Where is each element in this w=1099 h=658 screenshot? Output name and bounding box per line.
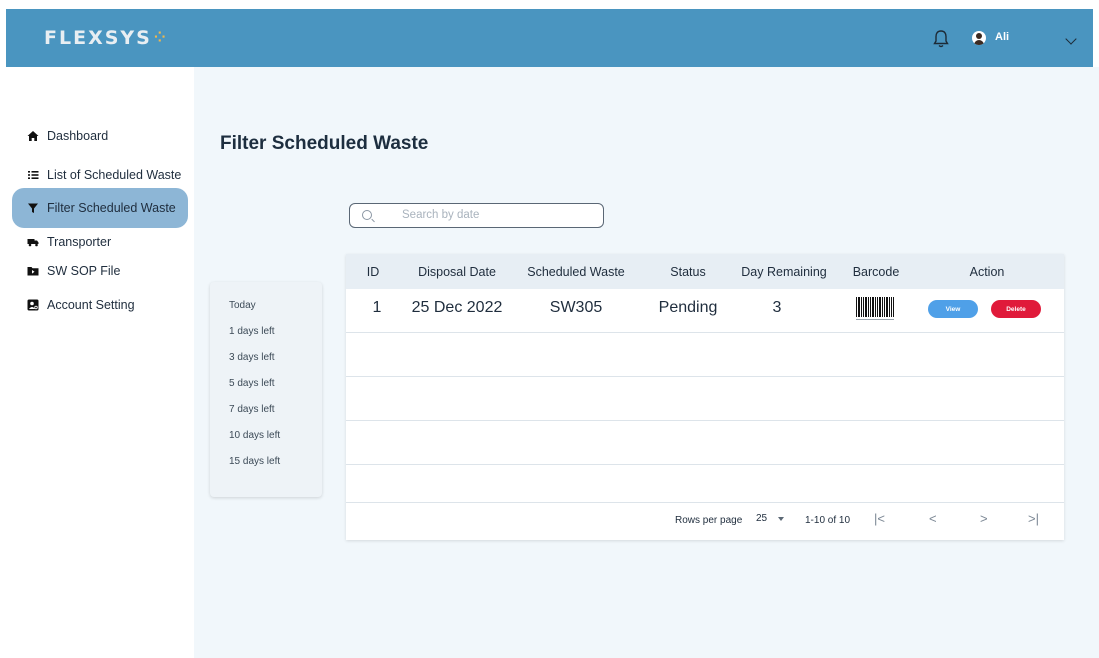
sidebar-item-label: List of Scheduled Waste [47,168,182,182]
table-row [346,377,1064,421]
column-header[interactable]: Scheduled Waste [527,265,625,279]
cell-scheduled-waste: SW305 [549,299,603,316]
sidebar-item-label: Transporter [47,235,112,249]
filter-option-7-days[interactable]: 7 days left [229,404,275,415]
sidebar-item-dashboard[interactable]: Dashboard [12,116,188,156]
table-header: ID Disposal Date Scheduled Waste Status … [346,254,1064,289]
first-page-icon[interactable]: |< [874,511,885,526]
filter-option-3-days[interactable]: 3 days left [229,352,275,363]
column-header[interactable]: Disposal Date [418,265,496,279]
previous-page-icon[interactable]: < [929,511,937,526]
column-header[interactable]: Day Remaining [741,265,826,279]
column-header[interactable]: Action [970,265,1005,279]
cell-day-remaining: 3 [772,299,782,316]
view-button[interactable]: View [928,300,978,318]
table-row [346,465,1064,503]
table-row: 1 25 Dec 2022 SW305 Pending 3 View Delet… [346,289,1064,333]
cell-disposal-date: 25 Dec 2022 [411,299,503,316]
column-header[interactable]: ID [367,265,380,279]
logo-mark: ⁘ [153,30,166,46]
main-content: Filter Scheduled Waste Search by date To… [194,67,1099,658]
delete-button[interactable]: Delete [991,300,1041,318]
barcode-icon [856,297,894,320]
sidebar-item-label: Account Setting [47,298,135,312]
sidebar-item-account-setting[interactable]: Account Setting [12,285,188,325]
home-icon [27,130,39,142]
top-bar: FLEXSYS ⁘ Ali [6,9,1093,67]
filter-option-10-days[interactable]: 10 days left [229,430,280,441]
page-range: 1-10 of 10 [805,515,851,526]
sidebar-item-label: SW SOP File [47,264,121,278]
list-icon [27,169,39,181]
date-filter-panel: Today 1 days left 3 days left 5 days lef… [210,282,322,497]
sidebar: Dashboard List of Scheduled Waste Filter… [0,67,194,658]
search-icon [362,210,372,220]
account-settings-icon [27,299,39,311]
rows-per-page-select[interactable]: 25 [756,513,767,524]
search-placeholder: Search by date [402,209,480,221]
table-row [346,333,1064,377]
sidebar-item-label: Filter Scheduled Waste [47,201,176,215]
column-header[interactable]: Barcode [853,265,900,279]
scheduled-waste-table: ID Disposal Date Scheduled Waste Status … [346,254,1064,540]
dropdown-arrow-icon[interactable] [778,517,784,521]
filter-icon [27,202,39,214]
cell-status: Pending [658,299,718,316]
page-title: Filter Scheduled Waste [220,133,429,154]
logo[interactable]: FLEXSYS ⁘ [44,26,166,50]
filter-option-15-days[interactable]: 15 days left [229,456,280,467]
logo-text: FLEXSYS [44,27,152,49]
filter-option-1-day[interactable]: 1 days left [229,326,275,337]
bell-icon[interactable] [932,29,950,49]
avatar[interactable] [972,31,986,45]
filter-option-today[interactable]: Today [229,300,256,311]
pagination: Rows per page 25 1-10 of 10 |< < > >| [346,503,1064,540]
cell-id: 1 [372,299,382,316]
rows-per-page-label: Rows per page [675,515,743,526]
sidebar-item-label: Dashboard [47,129,109,143]
table-row [346,421,1064,465]
search-input[interactable]: Search by date [349,203,604,228]
truck-icon [27,236,39,248]
username[interactable]: Ali [995,31,1009,43]
filter-option-5-days[interactable]: 5 days left [229,378,275,389]
folder-icon [27,265,39,277]
next-page-icon[interactable]: > [980,511,988,526]
chevron-down-icon[interactable] [1065,33,1077,45]
last-page-icon[interactable]: >| [1028,511,1039,526]
column-header[interactable]: Status [670,265,705,279]
